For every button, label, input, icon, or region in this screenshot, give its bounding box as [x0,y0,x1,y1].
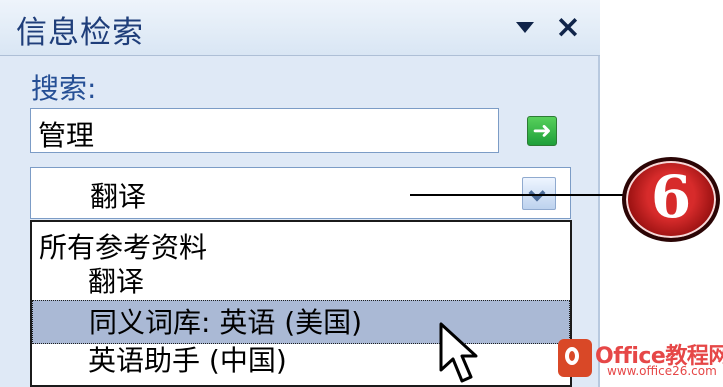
selected-source-value: 翻译 [90,180,147,213]
mouse-pointer-icon [439,322,478,383]
site-watermark: Office教程网 www.office26.com [558,327,723,387]
source-option-translation[interactable]: 翻译 [32,262,144,301]
office-logo-icon [558,339,592,377]
task-pane-title: 信息检索 [16,15,144,51]
step-number-badge: 6 [622,157,720,242]
screenshot-stage: 信息检索 × 搜索: 管理 ➜ 翻译 所有参考资料 翻译 同义词库: 英语 (美… [0,0,723,387]
source-dropdown-list: 所有参考资料 翻译 同义词库: 英语 (美国) 英语助手 (中国) [30,220,572,387]
start-search-button[interactable]: ➜ [527,116,557,146]
search-input[interactable]: 管理 [30,108,499,153]
arrow-right-icon: ➜ [532,117,552,144]
close-icon[interactable]: × [547,8,589,46]
source-option-english-assistant-china[interactable]: 英语助手 (中国) [32,341,287,380]
source-option-thesaurus-english-us[interactable]: 同义词库: 英语 (美国) [32,300,570,344]
search-input-value: 管理 [38,119,95,152]
task-pane-menu-button[interactable] [508,10,542,44]
search-label: 搜索: [31,72,97,105]
research-source-select[interactable]: 翻译 [30,167,571,219]
callout-line [410,194,626,196]
watermark-url: www.office26.com [607,364,717,378]
task-pane-header: 信息检索 × [0,0,600,56]
